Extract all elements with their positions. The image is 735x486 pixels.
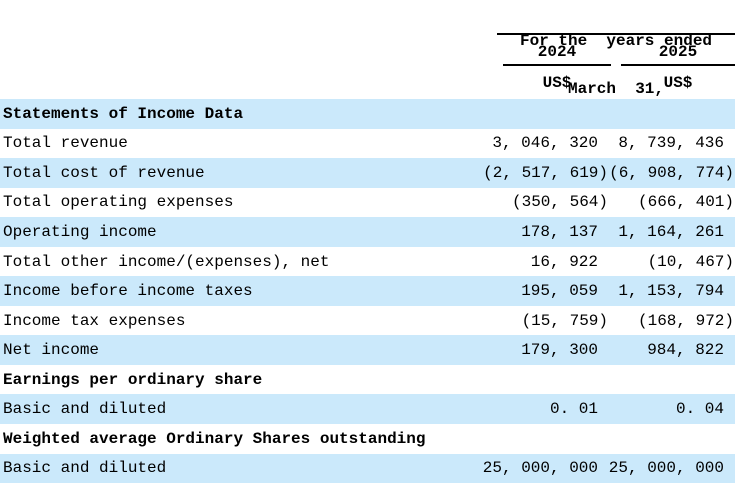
table-row: Income before income taxes195, 0591, 153… xyxy=(0,276,735,306)
value-2025: (6, 908, 774) xyxy=(608,164,734,182)
value-2024: (2, 517, 619) xyxy=(482,164,608,182)
value-2024: 3, 046, 320 xyxy=(482,134,608,152)
row-label: Total revenue xyxy=(0,134,482,152)
value-2025: (168, 972) xyxy=(608,312,734,330)
table-row: Total operating expenses(350, 564)(666, … xyxy=(0,188,735,218)
table-row: Total revenue3, 046, 3208, 739, 436 xyxy=(0,129,735,159)
value-2025: (10, 467) xyxy=(608,253,734,271)
value-2024: (350, 564) xyxy=(482,193,608,211)
value-2025: 984, 822 xyxy=(608,341,734,359)
row-label: Income tax expenses xyxy=(0,312,482,330)
value-2025: 25, 000, 000 xyxy=(608,459,734,477)
row-label: Income before income taxes xyxy=(0,282,482,300)
row-label: Total other income/(expenses), net xyxy=(0,253,482,271)
column-header-year-2025: 2025 xyxy=(621,43,735,61)
row-label: Basic and diluted xyxy=(0,459,482,477)
table-row: Total cost of revenue(2, 517, 619)(6, 90… xyxy=(0,158,735,188)
value-2024: 178, 137 xyxy=(482,223,608,241)
value-2024: 25, 000, 000 xyxy=(482,459,608,477)
value-2025: 8, 739, 436 xyxy=(608,134,734,152)
table-row: Net income179, 300984, 822 xyxy=(0,335,735,365)
row-label: Total operating expenses xyxy=(0,193,482,211)
table-row: Statements of Income Data xyxy=(0,99,735,129)
column-rule-2025 xyxy=(621,64,735,66)
row-label: Net income xyxy=(0,341,482,359)
table-row: Earnings per ordinary share xyxy=(0,365,735,395)
currency-label-2024: US$ xyxy=(503,74,611,92)
column-rule-2024 xyxy=(503,64,611,66)
value-2025: 1, 164, 261 xyxy=(608,223,734,241)
row-label: Basic and diluted xyxy=(0,400,482,418)
row-label: Statements of Income Data xyxy=(0,105,482,123)
table-row: Total other income/(expenses), net16, 92… xyxy=(0,247,735,277)
table-body: Statements of Income Data Total revenue3,… xyxy=(0,99,735,483)
currency-label-2025: US$ xyxy=(621,74,735,92)
column-header-year-2024: 2024 xyxy=(503,43,611,61)
value-2025: 1, 153, 794 xyxy=(608,282,734,300)
value-2025: (666, 401) xyxy=(608,193,734,211)
value-2024: (15, 759) xyxy=(482,312,608,330)
table-row: Income tax expenses(15, 759)(168, 972) xyxy=(0,306,735,336)
value-2024: 179, 300 xyxy=(482,341,608,359)
row-label: Weighted average Ordinary Shares outstan… xyxy=(0,430,482,448)
row-label: Earnings per ordinary share xyxy=(0,371,482,389)
header-rule xyxy=(497,33,735,35)
value-2024: 0. 01 xyxy=(482,400,608,418)
table-row: Operating income178, 1371, 164, 261 xyxy=(0,217,735,247)
row-label: Total cost of revenue xyxy=(0,164,482,182)
table-row: Basic and diluted0. 010. 04 xyxy=(0,394,735,424)
value-2025: 0. 04 xyxy=(608,400,734,418)
value-2024: 16, 922 xyxy=(482,253,608,271)
value-2024: 195, 059 xyxy=(482,282,608,300)
row-label: Operating income xyxy=(0,223,482,241)
income-statement-table: For the years ended March 31, 2024 2025 … xyxy=(0,0,735,486)
table-row: Weighted average Ordinary Shares outstan… xyxy=(0,424,735,454)
table-row: Basic and diluted25, 000, 00025, 000, 00… xyxy=(0,454,735,484)
